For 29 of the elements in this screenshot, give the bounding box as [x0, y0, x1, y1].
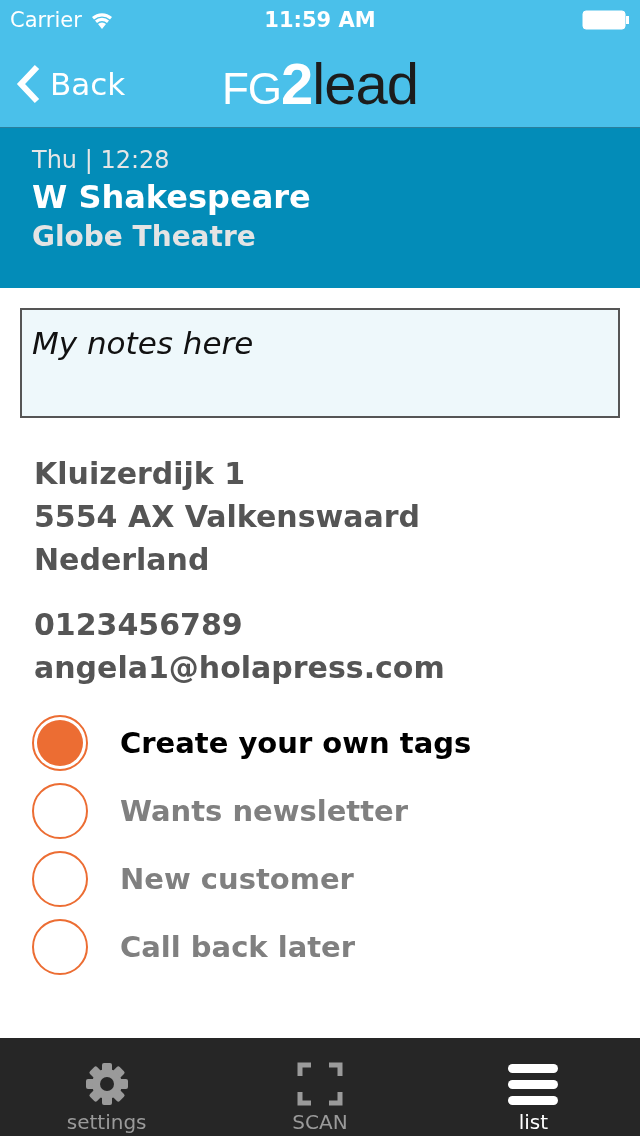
status-time: 11:59 AM	[264, 8, 376, 32]
address-line: 5554 AX Valkenswaard	[34, 499, 421, 534]
address-line: Nederland	[34, 542, 211, 577]
tag-radio[interactable]	[32, 919, 88, 975]
menu-icon	[508, 1062, 559, 1106]
tag-label: New customer	[120, 862, 354, 896]
phone-number: 0123456789	[34, 607, 244, 642]
battery-icon	[582, 10, 630, 30]
carrier-label: Carrier	[10, 8, 82, 32]
notes-field[interactable]: My notes here	[20, 308, 620, 418]
tag-label: Call back later	[120, 930, 356, 964]
tab-bar-item[interactable]: SCAN	[213, 1038, 427, 1136]
tab-bar-item[interactable]: list	[426, 1038, 640, 1136]
scan-frame-icon	[297, 1062, 343, 1106]
chevron-left-icon	[16, 63, 40, 104]
tag-radio[interactable]	[32, 715, 88, 771]
address-line: Kluizerdijk 1	[34, 456, 247, 491]
wifi-icon	[89, 11, 114, 29]
contact-name: W Shakespeare	[32, 178, 312, 216]
email-address: angela1@holapress.com	[34, 650, 446, 685]
settings-icon	[84, 1062, 129, 1106]
tag-radio[interactable]	[32, 783, 88, 839]
visit-datetime: Thu | 12:28	[32, 146, 171, 174]
tag-label: Create your own tags	[120, 726, 472, 760]
tab-bar-item[interactable]: settings	[0, 1038, 214, 1136]
company-name: Globe Theatre	[32, 220, 257, 253]
app-logo: FG2lead	[222, 54, 418, 113]
tag-radio[interactable]	[32, 851, 88, 907]
tag-label: Wants newsletter	[120, 794, 409, 828]
